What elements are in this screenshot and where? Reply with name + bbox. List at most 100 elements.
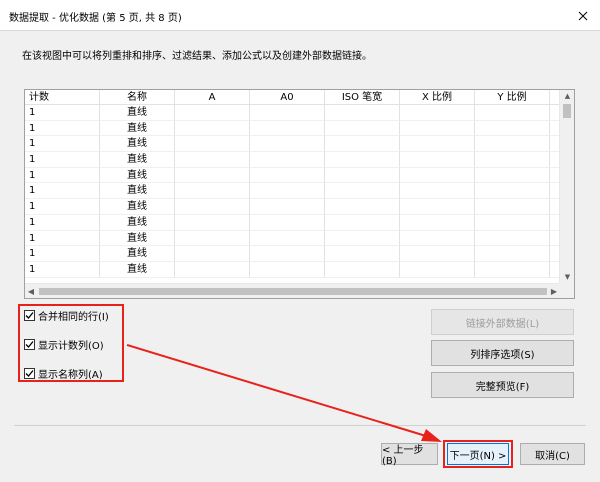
table-cell	[175, 152, 250, 168]
column-header[interactable]: X 比例	[400, 90, 475, 105]
table-cell: 1	[25, 167, 100, 184]
table-cell	[400, 199, 475, 215]
table-row[interactable]: 1 直线	[25, 183, 560, 200]
scroll-down-icon[interactable]: ▼	[560, 271, 574, 283]
table-row[interactable]: 1 直线	[25, 152, 560, 168]
table-row[interactable]: 1 直线	[25, 167, 560, 184]
horizontal-scrollbar[interactable]: ◀ ▶	[25, 283, 560, 298]
next-button[interactable]: 下一页(N) >	[447, 443, 509, 465]
close-button[interactable]	[566, 0, 600, 31]
table-cell: 直线	[100, 136, 175, 153]
table-cell	[175, 183, 250, 200]
horizontal-scroll-thumb[interactable]	[39, 288, 547, 295]
table-cell: 直线	[100, 261, 175, 278]
table-cell: 直线	[100, 214, 175, 231]
table-cell: 直线	[100, 167, 175, 184]
scroll-up-icon[interactable]: ▲	[560, 90, 574, 102]
table-cell	[175, 246, 250, 262]
table-cell	[325, 136, 400, 153]
table-cell: 直线	[100, 230, 175, 247]
merge-rows-checkbox[interactable]	[24, 309, 35, 321]
show-count-checkbox[interactable]	[24, 338, 35, 350]
cancel-button[interactable]: 取消(C)	[520, 443, 585, 465]
table-cell	[250, 246, 325, 262]
vertical-scrollbar[interactable]: ▲ ▼	[559, 90, 574, 283]
show-name-checkbox[interactable]	[24, 367, 35, 379]
table-cell: 直线	[100, 152, 175, 168]
table-cell: 1	[25, 230, 100, 247]
table-cell	[250, 199, 325, 215]
table-cell: 1	[25, 199, 100, 215]
table-row[interactable]: 1 直线	[25, 230, 560, 247]
show-name-label: 显示名称列(A)	[38, 369, 103, 381]
table-cell: 直线	[100, 183, 175, 200]
table-cell	[175, 199, 250, 215]
table-cell	[475, 261, 550, 278]
instruction-text: 在该视图中可以将列重排和排序、过滤结果、添加公式以及创建外部数据链接。	[22, 51, 372, 62]
table-row[interactable]: 1 直线	[25, 214, 560, 231]
column-header[interactable]: ISO 笔宽	[325, 90, 400, 105]
table-cell	[250, 183, 325, 200]
table-row[interactable]: 1 直线	[25, 246, 560, 262]
table-row[interactable]: 1 直线	[25, 261, 560, 278]
table-cell	[175, 167, 250, 184]
table-cell	[325, 167, 400, 184]
full-preview-button[interactable]: 完整预览(F)	[431, 372, 574, 398]
back-button[interactable]: < 上一步(B)	[381, 443, 438, 467]
window-title: 数据提取 - 优化数据 (第 5 页, 共 8 页)	[9, 13, 182, 24]
table-row[interactable]: 1 直线	[25, 199, 560, 215]
show-name-option[interactable]: 显示名称列(A)	[24, 366, 103, 381]
merge-rows-label: 合并相同的行(I)	[38, 311, 109, 323]
table-cell	[325, 230, 400, 247]
footer-separator	[14, 425, 586, 426]
column-sort-options-button[interactable]: 列排序选项(S)	[431, 340, 574, 366]
column-header[interactable]: A	[175, 90, 250, 105]
table-cell	[175, 261, 250, 278]
table-cell	[250, 230, 325, 247]
table-cell	[250, 214, 325, 231]
column-header[interactable]: 名称	[100, 90, 175, 105]
merge-rows-option[interactable]: 合并相同的行(I)	[24, 308, 109, 323]
table-cell	[400, 120, 475, 137]
close-icon	[578, 11, 588, 20]
table-cell: 直线	[100, 199, 175, 215]
table-cell	[400, 167, 475, 184]
table-cell	[250, 120, 325, 137]
table-cell	[250, 167, 325, 184]
table-cell: 1	[25, 105, 100, 121]
table-cell	[250, 261, 325, 278]
table-cell	[325, 152, 400, 168]
table-cell	[325, 214, 400, 231]
grid-header: 计数 名称 A A0 ISO 笔宽 X 比例 Y 比例	[25, 90, 560, 105]
table-cell	[400, 152, 475, 168]
table-cell	[250, 152, 325, 168]
column-header[interactable]: 计数	[25, 90, 100, 105]
grid-rows: 1 直线 1 直线 1 直线 1 直线 1 直线 1 直线 1 直线 1 直线 1 直线 1 直线 1 直线	[25, 105, 560, 278]
link-external-data-button[interactable]: 链接外部数据(L)	[431, 309, 574, 335]
table-cell	[400, 214, 475, 231]
table-cell	[175, 120, 250, 137]
show-count-label: 显示计数列(O)	[38, 340, 104, 352]
column-header[interactable]: Y 比例	[475, 90, 550, 105]
scroll-left-icon[interactable]: ◀	[25, 284, 37, 298]
table-cell	[325, 261, 400, 278]
column-header[interactable]: A0	[250, 90, 325, 105]
table-cell	[175, 136, 250, 153]
vertical-scroll-thumb[interactable]	[563, 104, 571, 118]
grid-body: 计数 名称 A A0 ISO 笔宽 X 比例 Y 比例 1 直线 1 直线 1 直线 1 直线 1 直线 1 直线…	[25, 90, 560, 283]
table-cell: 1	[25, 246, 100, 262]
table-cell	[250, 136, 325, 153]
table-row[interactable]: 1 直线	[25, 120, 560, 137]
table-row[interactable]: 1 直线	[25, 136, 560, 153]
table-cell	[400, 136, 475, 153]
table-cell: 直线	[100, 105, 175, 121]
table-cell	[325, 183, 400, 200]
table-cell	[400, 105, 475, 121]
table-cell	[475, 230, 550, 247]
table-row[interactable]: 1 直线	[25, 105, 560, 121]
table-cell	[475, 120, 550, 137]
check-icon	[25, 340, 34, 348]
table-cell	[475, 246, 550, 262]
show-count-option[interactable]: 显示计数列(O)	[24, 337, 104, 352]
data-grid[interactable]: 计数 名称 A A0 ISO 笔宽 X 比例 Y 比例 1 直线 1 直线 1 直线 1 直线 1 直线 1 直线…	[24, 89, 575, 299]
